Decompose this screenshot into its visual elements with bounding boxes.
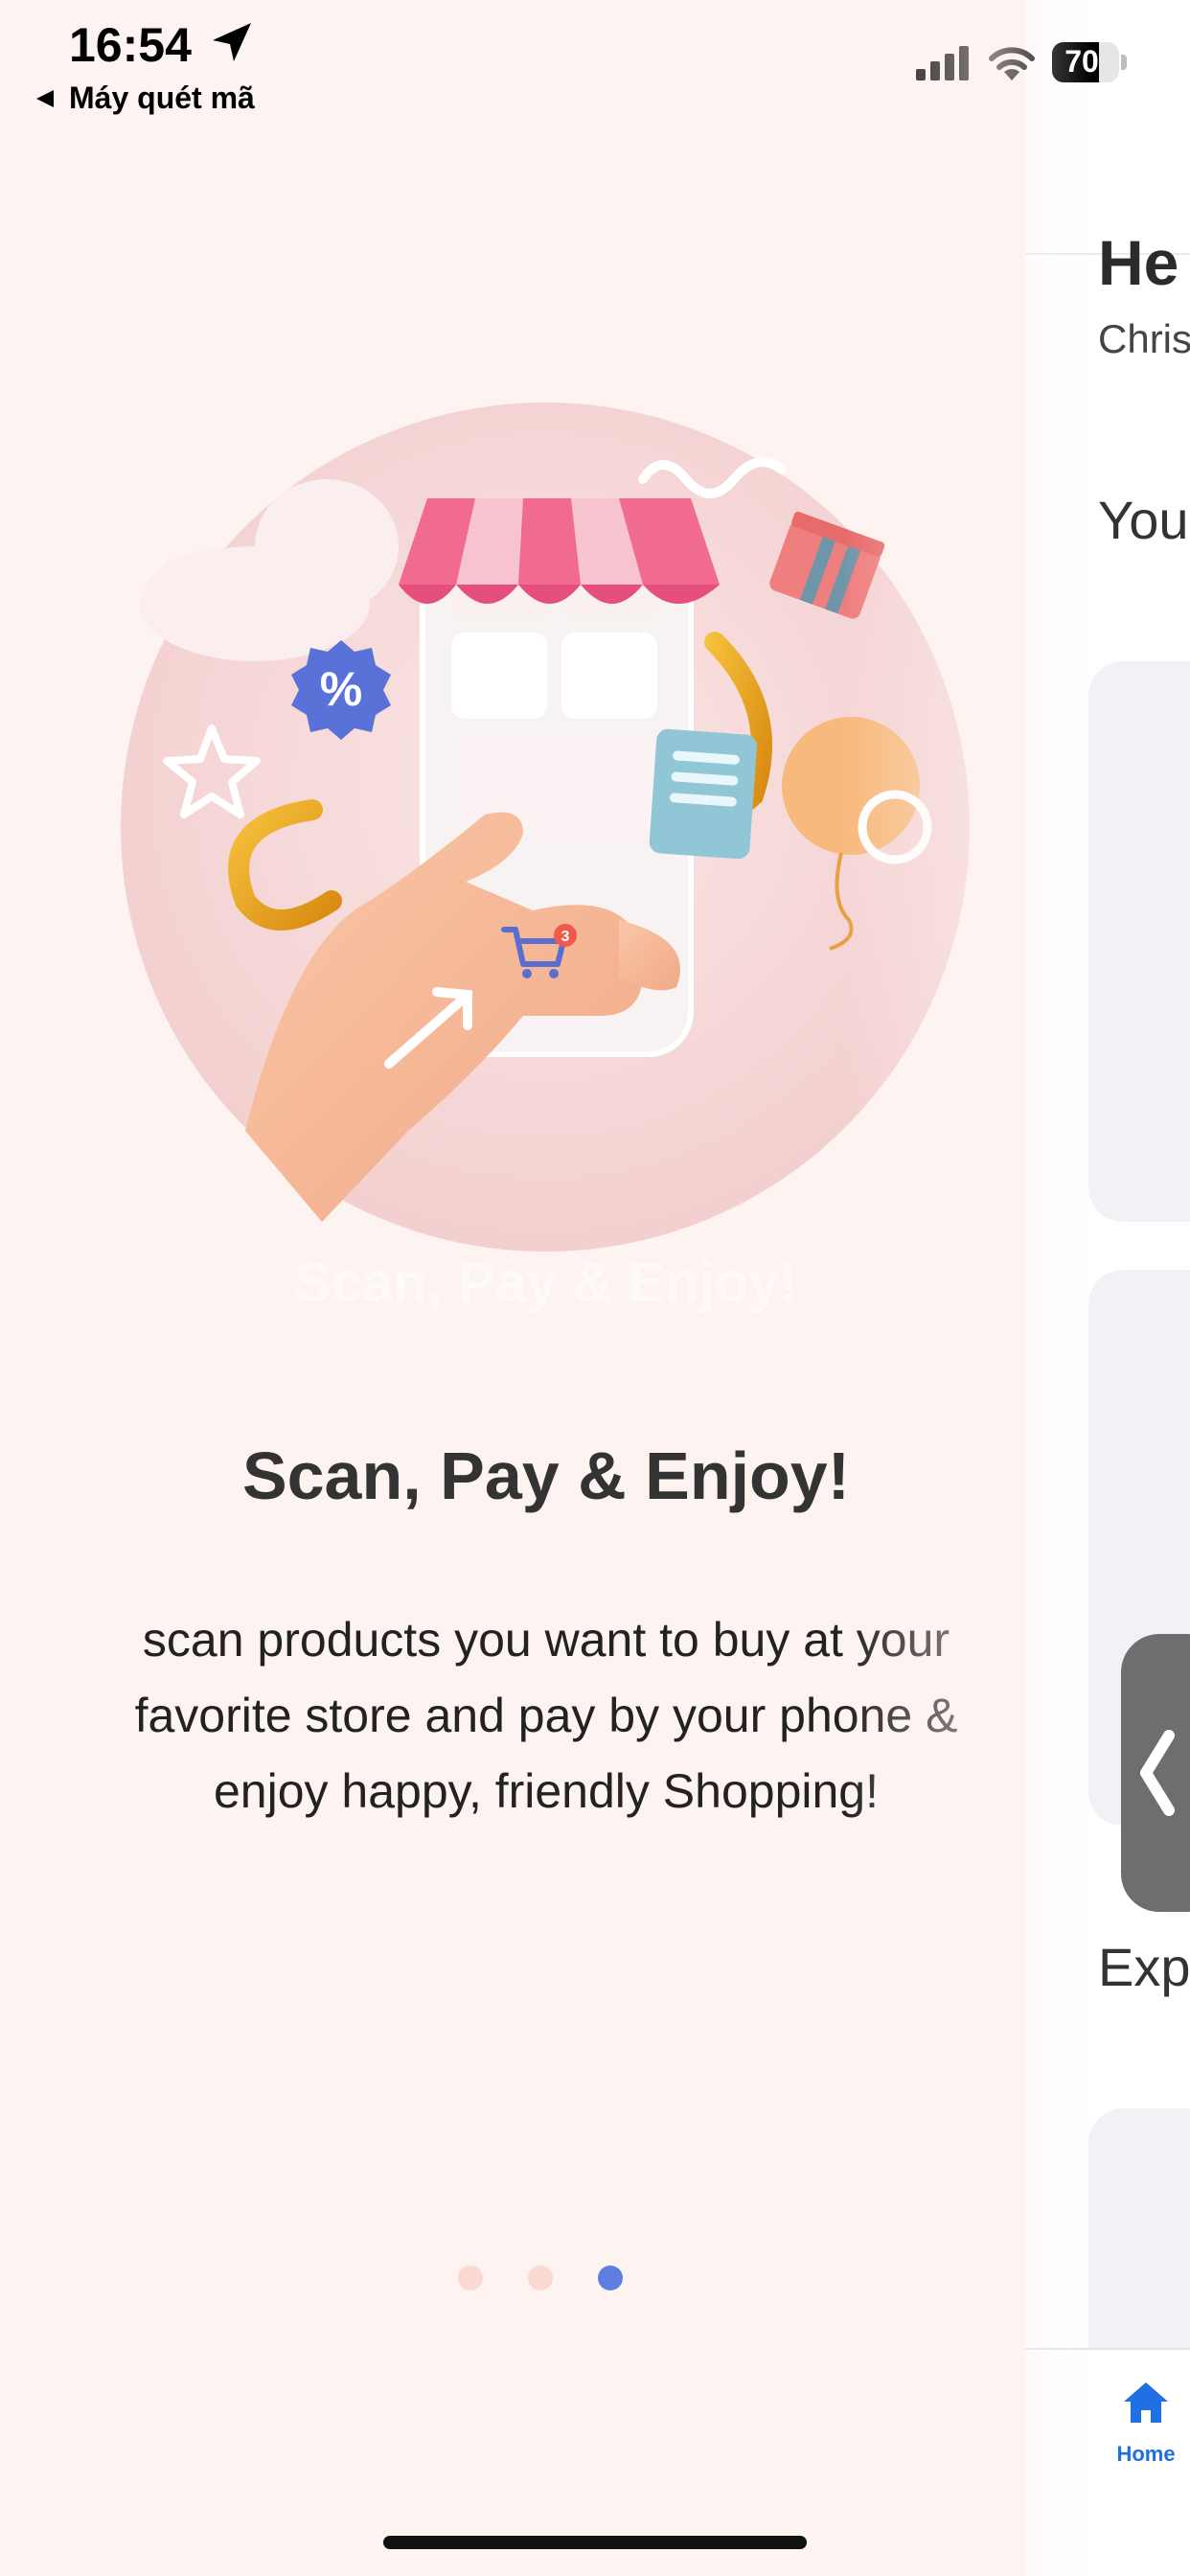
battery-indicator: 70	[1052, 42, 1129, 82]
page-dot-3[interactable]	[598, 2266, 623, 2290]
onboarding-illustration: % 3	[121, 402, 970, 1252]
page-dot-1[interactable]	[458, 2266, 483, 2290]
onboarding-sheet: 16:54 Máy quét mã 70 % 3 Scan, Pay & Enj…	[0, 0, 1127, 2576]
back-triangle-icon	[36, 89, 54, 107]
user-name: Chris	[1098, 316, 1190, 361]
back-to-app-link[interactable]: Máy quét mã	[34, 80, 255, 116]
tab-home-label: Home	[1116, 2442, 1176, 2466]
discount-badge-text: %	[320, 662, 362, 716]
cellular-signal-icon	[916, 46, 969, 80]
page-indicator[interactable]	[458, 2266, 668, 2290]
cart-count-text: 3	[561, 929, 570, 945]
home-indicator[interactable]	[383, 2536, 807, 2549]
content-card[interactable]	[1088, 661, 1190, 1222]
tab-home[interactable]: Home	[1108, 2380, 1184, 2467]
location-arrow-icon	[213, 23, 251, 61]
illustration-caption: Scan, Pay & Enjoy!	[294, 1252, 798, 1314]
chevron-left-icon	[1140, 1730, 1175, 1816]
back-swipe-handle[interactable]	[1121, 1634, 1190, 1912]
onboarding-title: Scan, Pay & Enjoy!	[241, 1438, 851, 1513]
greeting-heading: He	[1098, 227, 1179, 298]
battery-percent: 70	[1064, 44, 1099, 79]
onboarding-description: scan products you want to buy at your fa…	[134, 1613, 958, 1818]
home-icon	[1124, 2382, 1168, 2423]
page-dot-2[interactable]	[528, 2266, 553, 2290]
back-app-label: Máy quét mã	[69, 80, 255, 115]
wifi-icon	[989, 47, 1035, 80]
tab-bar: Home	[1025, 2348, 1190, 2576]
section-heading-2: Exp	[1098, 1937, 1190, 1997]
status-time: 16:54	[69, 18, 192, 72]
background-header	[1025, 0, 1190, 255]
section-heading-1: You	[1098, 490, 1189, 550]
